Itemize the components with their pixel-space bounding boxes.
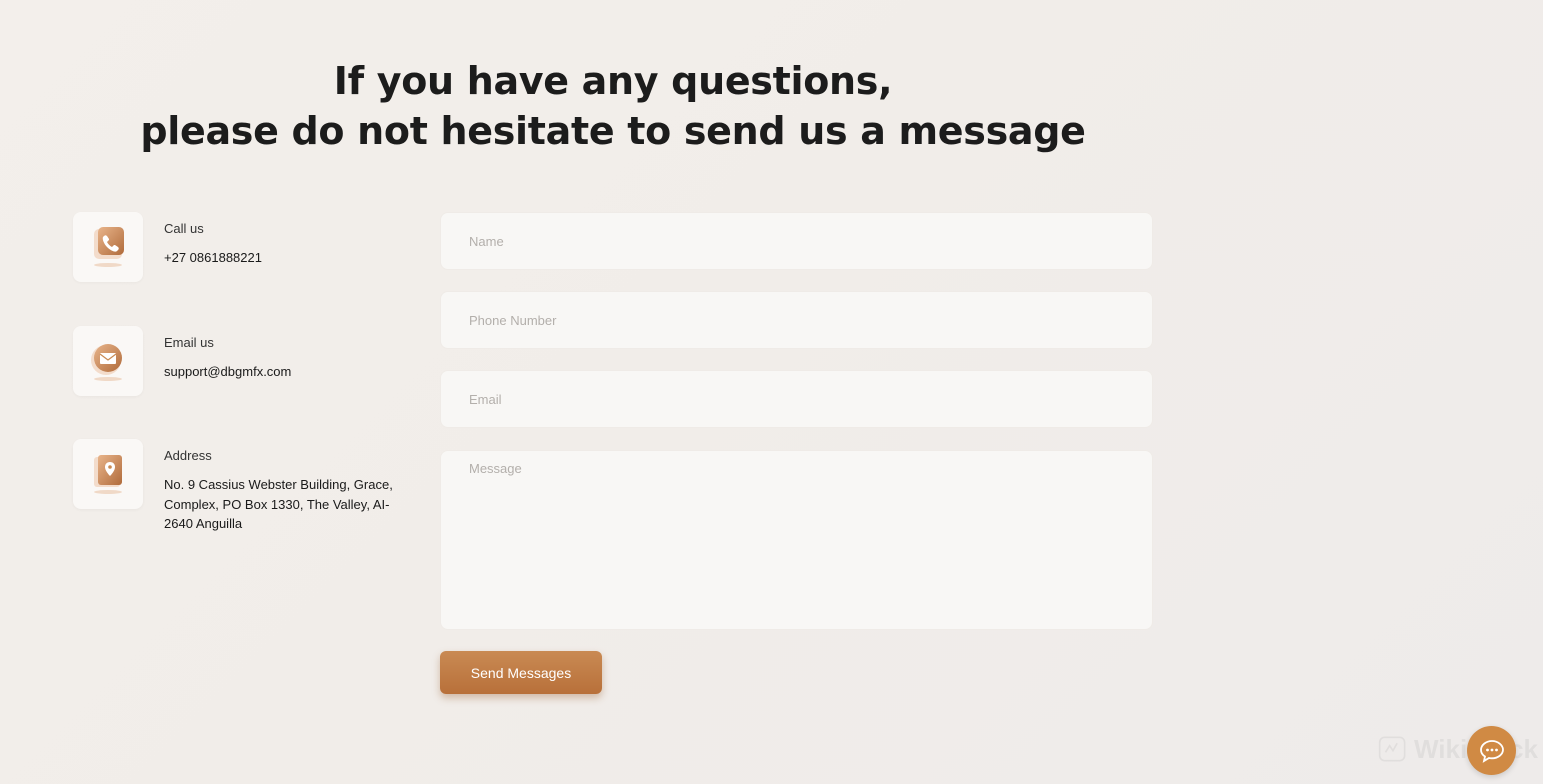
heading-line-2: please do not hesitate to send us a mess… — [140, 109, 1086, 153]
contact-label: Email us — [164, 335, 214, 350]
contact-label: Call us — [164, 221, 204, 236]
contact-label: Address — [164, 448, 212, 463]
contact-value: No. 9 Cassius Webster Building, Grace, C… — [164, 477, 393, 531]
wikistock-logo-icon — [1378, 736, 1406, 762]
phone-number-input[interactable] — [440, 291, 1153, 349]
message-textarea[interactable] — [440, 450, 1153, 630]
chat-bubble-icon — [1479, 739, 1504, 763]
contact-email: Email us support@dbgmfx.com — [73, 326, 413, 396]
send-messages-button[interactable]: Send Messages — [440, 651, 602, 694]
email-input[interactable] — [440, 370, 1153, 428]
contact-value[interactable]: +27 0861888221 — [164, 248, 409, 268]
location-icon — [94, 455, 122, 494]
mail-icon-box — [73, 326, 143, 396]
page-heading: If you have any questions, please do not… — [0, 56, 1226, 156]
name-input[interactable] — [440, 212, 1153, 270]
mail-icon — [91, 344, 122, 381]
heading-line-1: If you have any questions, — [333, 59, 893, 103]
chat-button[interactable] — [1467, 726, 1516, 775]
location-icon-box — [73, 439, 143, 509]
phone-icon-box — [73, 212, 143, 282]
contact-address: Address No. 9 Cassius Webster Building, … — [73, 439, 413, 534]
contact-value[interactable]: support@dbgmfx.com — [164, 362, 409, 382]
contact-call: Call us +27 0861888221 — [73, 212, 413, 282]
phone-icon — [94, 227, 124, 267]
